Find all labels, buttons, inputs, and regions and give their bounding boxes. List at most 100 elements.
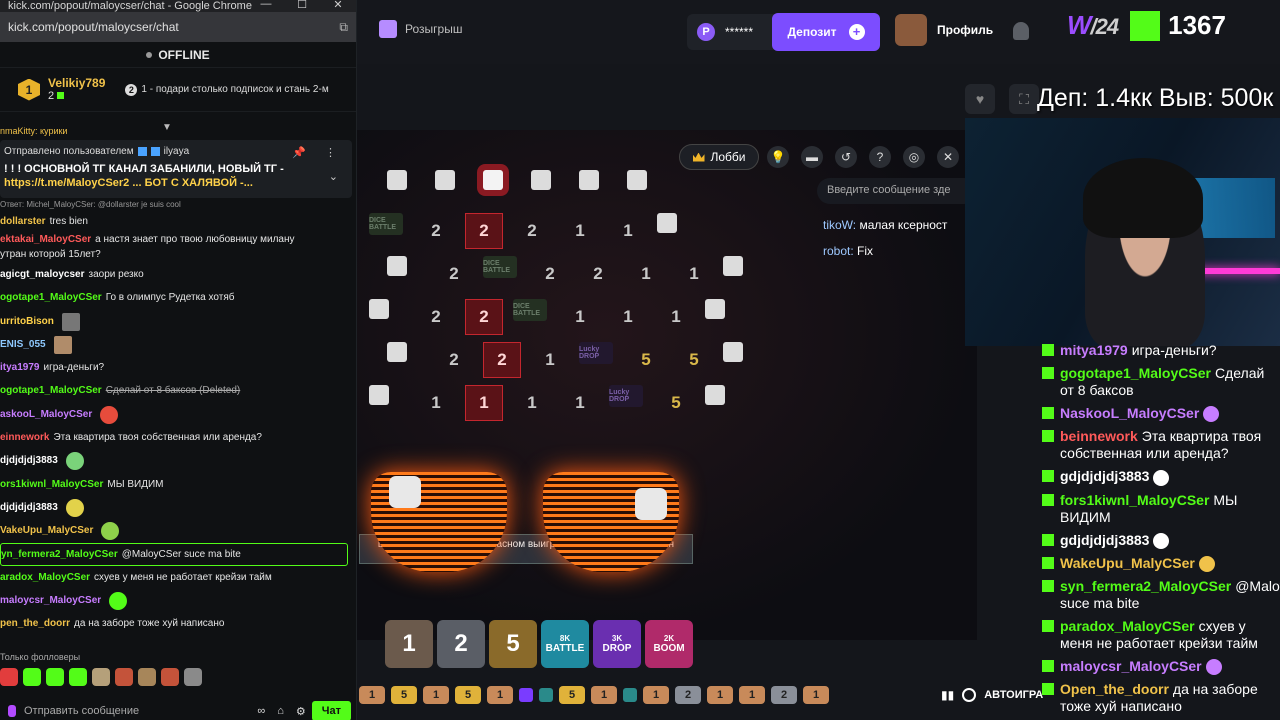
- chat-message[interactable]: ogotape1_MaloyCSer Го в олимпус Рудетка х…: [0, 287, 356, 310]
- translate-icon[interactable]: ⧉: [339, 20, 348, 35]
- emote-icon[interactable]: [184, 668, 202, 686]
- game-chat-line: robot: Fix: [823, 238, 947, 264]
- chat-username[interactable]: ors1kiwnl_MaloyCSer: [0, 479, 103, 491]
- minimize-icon[interactable]: —: [248, 0, 284, 11]
- chat-username[interactable]: aradox_MaloyCSer: [0, 572, 90, 584]
- more-icon[interactable]: ⋮: [325, 146, 336, 159]
- bet-chip[interactable]: 8K BATTLE: [541, 620, 589, 668]
- chat-username[interactable]: ektakai_MaloyCSer: [0, 234, 91, 246]
- emote-icon[interactable]: [69, 668, 87, 686]
- chat-username[interactable]: ogotape1_MaloyCSer: [0, 385, 102, 397]
- chat-popout-window: kick.com/popout/maloycser/chat - Google …: [0, 0, 357, 720]
- notification-bell-icon[interactable]: [1013, 22, 1029, 40]
- chat-message[interactable]: ektakai_MaloyCSer а настя знает про твою …: [0, 233, 356, 247]
- bet-chip[interactable]: 5: [489, 620, 537, 668]
- overlay-chat-username: fors1kiwnl_MaloyCSer: [1060, 491, 1210, 508]
- dice-game-area[interactable]: DICE BATTLE 2 2 2 1 1 2 DICE BATTLE 2 2 1 1 2 2 DICE B…: [357, 130, 977, 640]
- deposit-button[interactable]: Депозит +: [772, 13, 880, 51]
- autoplay-button[interactable]: ▮▮ АВТОИГРА: [941, 683, 1043, 707]
- gift-icon[interactable]: ⌂: [277, 705, 284, 717]
- emote-icon[interactable]: [161, 668, 179, 686]
- top-gifter-banner[interactable]: 1 Velikiy789 2 2 1 - подари столько подп…: [0, 68, 356, 112]
- emote-icon[interactable]: [0, 668, 18, 686]
- emote-icon[interactable]: [138, 668, 156, 686]
- chat-message[interactable]: dollarster tres bien: [0, 210, 356, 233]
- chat-input[interactable]: Отправить сообщение: [24, 705, 251, 717]
- chat-message-highlighted[interactable]: yn_fermera2_MaloyCSer @MaloyCSer suce ma …: [0, 542, 348, 567]
- chip-multiplier: 2K: [663, 634, 675, 643]
- hint-icon[interactable]: 💡: [767, 146, 789, 168]
- kick-logo-icon: [1042, 580, 1054, 593]
- history-icon[interactable]: ↺: [835, 146, 857, 168]
- chat-username[interactable]: urritoBison: [0, 316, 54, 328]
- emote-icon[interactable]: [23, 668, 41, 686]
- chat-username[interactable]: einnework: [0, 432, 49, 444]
- chat-message[interactable]: VakeUpu_MalyCSer: [0, 520, 356, 543]
- stream-chat-input[interactable]: Введите сообщение зде: [817, 178, 977, 204]
- bet-chip[interactable]: 1: [385, 620, 433, 668]
- chat-username[interactable]: dollarster: [0, 216, 46, 228]
- chat-username[interactable]: pen_the_doorr: [0, 618, 70, 630]
- chat-username[interactable]: ENIS_055: [0, 339, 46, 351]
- w24-letter: W: [1067, 10, 1092, 40]
- close-icon[interactable]: ✕: [320, 0, 356, 11]
- emote-icon[interactable]: [46, 668, 64, 686]
- maximize-icon[interactable]: ☐: [284, 0, 320, 11]
- chat-username[interactable]: djdjdjdj3883: [0, 502, 58, 514]
- chat-username[interactable]: askooL_MaloyCSer: [0, 409, 92, 421]
- chat-message[interactable]: djdjdjdj3883: [0, 496, 356, 519]
- bet-chip[interactable]: 2: [437, 620, 485, 668]
- chat-message[interactable]: ors1kiwnl_MaloyCSer МЫ ВИДИМ: [0, 473, 356, 496]
- address-bar[interactable]: kick.com/popout/maloycser/chat ⧉: [0, 12, 356, 42]
- chat-message[interactable]: pen_the_doorr да на заборе тоже хуй напис…: [0, 613, 356, 636]
- bet-chip[interactable]: 2K BOOM: [645, 620, 693, 668]
- balance-display[interactable]: P ******: [687, 14, 779, 50]
- chat-message[interactable]: утран которой 15лет?: [0, 247, 356, 263]
- chat-message[interactable]: aradox_MaloyCSer схуев у меня не работает…: [0, 566, 356, 589]
- stats-icon[interactable]: ▮▮: [941, 688, 954, 702]
- chat-message[interactable]: askooL_MaloyCSer: [0, 403, 356, 426]
- lobby-label: Лобби: [710, 150, 746, 164]
- chat-username[interactable]: djdjdjdj3883: [0, 455, 58, 467]
- chat-message[interactable]: einnework Эта квартира твоя собственная и…: [0, 426, 356, 449]
- chat-username[interactable]: itya1979: [0, 362, 39, 374]
- chat-username[interactable]: VakeUpu_MalyCSer: [0, 525, 93, 537]
- chevron-down-icon[interactable]: ⌄: [329, 170, 338, 183]
- chat-message[interactable]: urritoBison: [0, 310, 356, 333]
- support-icon[interactable]: ◎: [903, 146, 925, 168]
- history-result: 5: [391, 686, 417, 704]
- send-chat-button[interactable]: Чат: [311, 701, 351, 720]
- settings-icon[interactable]: ⚙: [296, 705, 306, 718]
- stream-overlay-header: W/24 1367: [1067, 10, 1226, 41]
- emote-icon: [1205, 659, 1222, 676]
- mute-icon[interactable]: ✕: [937, 146, 959, 168]
- chat-username[interactable]: yn_fermera2_MaloyCSer: [1, 549, 118, 561]
- kick-logo-icon: [1042, 367, 1054, 379]
- giveaway-link[interactable]: Розыгрыш: [379, 20, 462, 38]
- chat-username[interactable]: maloycsr_MaloyCSer: [0, 595, 101, 607]
- chat-message[interactable]: itya1979 игра-деньги?: [0, 356, 356, 379]
- window-titlebar: kick.com/popout/maloycser/chat - Google …: [0, 0, 356, 12]
- profile-button[interactable]: Профиль: [895, 14, 993, 46]
- pin-icon[interactable]: 📌: [292, 146, 306, 159]
- chat-message[interactable]: ENIS_055: [0, 333, 356, 356]
- emote-icon[interactable]: [92, 668, 110, 686]
- chat-username[interactable]: agicgt_maloycser: [0, 269, 85, 281]
- game-chat-lines: tikoW: малая ксерност robot: Fix: [823, 212, 947, 264]
- favorite-heart-icon[interactable]: ♥: [965, 84, 995, 114]
- chat-username[interactable]: ogotape1_MaloyCSer: [0, 292, 102, 304]
- chat-message[interactable]: maloycsr_MaloyCSer: [0, 589, 356, 612]
- fullscreen-icon[interactable]: ⛶: [1009, 84, 1039, 114]
- chat-message[interactable]: djdjdjdj3883: [0, 450, 356, 473]
- chat-bubble-icon[interactable]: ▬: [801, 146, 823, 168]
- collapse-pinned-icon[interactable]: ▼: [162, 122, 172, 133]
- emote-icon[interactable]: [115, 668, 133, 686]
- emotes-icon[interactable]: ∞: [257, 705, 265, 717]
- dice-battle-logo: DICE BATTLE: [513, 299, 547, 321]
- help-icon[interactable]: ?: [869, 146, 891, 168]
- lobby-button[interactable]: Лобби: [679, 144, 759, 170]
- microphone-icon[interactable]: [8, 705, 16, 717]
- chat-message[interactable]: agicgt_maloycser зaори резко: [0, 263, 356, 286]
- chat-message[interactable]: ogotape1_MaloyCSer Сделай от 8 баксов (De…: [0, 380, 356, 403]
- bet-chip[interactable]: 3K DROP: [593, 620, 641, 668]
